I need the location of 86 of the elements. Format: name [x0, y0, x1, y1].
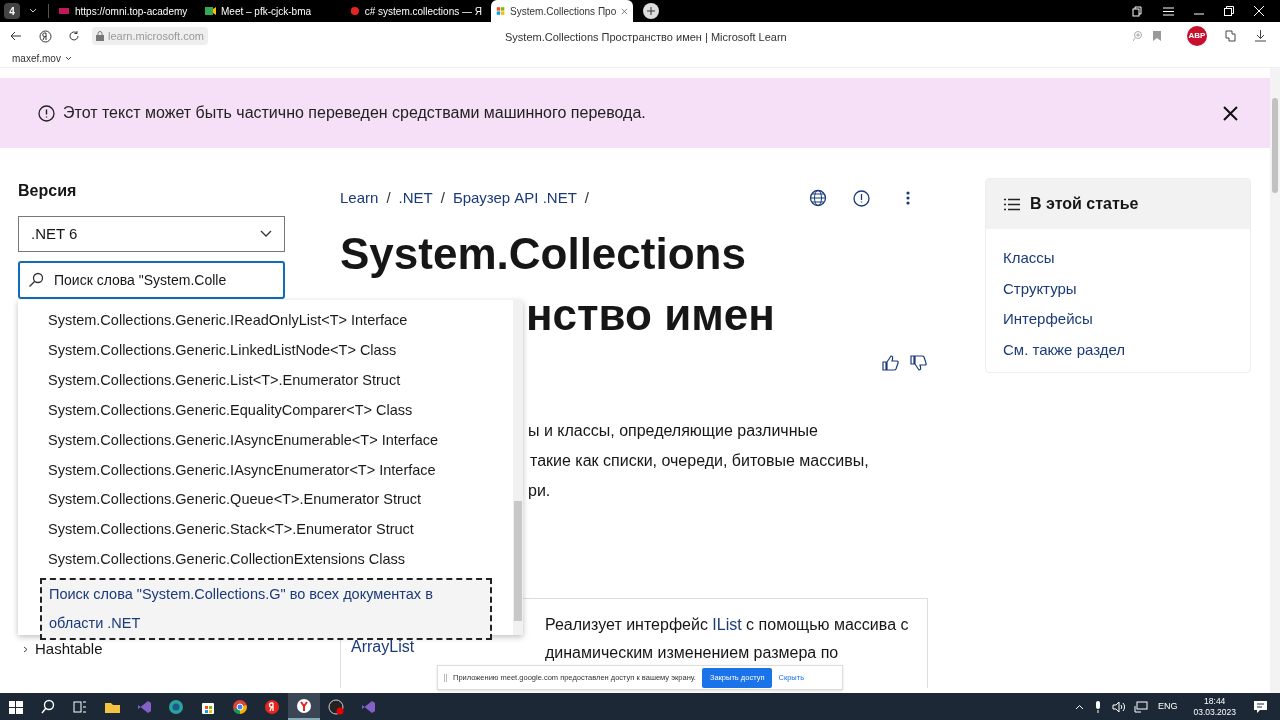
- suggestion-item[interactable]: System.Collections.Generic.List<T>.Enumerator Struct: [48, 365, 513, 396]
- version-select[interactable]: .NET 6: [18, 216, 285, 252]
- suggestion-item[interactable]: System.Collections.Generic.Queue<T>.Enumerator Struct: [48, 485, 513, 516]
- clock-date[interactable]: 03.03.2023: [1193, 706, 1236, 718]
- recorder-icon[interactable]: [327, 697, 345, 716]
- download-icon[interactable]: [1255, 30, 1266, 42]
- browser-tab[interactable]: Meet – pfk-cjck-bma: [199, 0, 341, 22]
- chevron-icon: [260, 230, 272, 238]
- close-icon[interactable]: [1223, 105, 1238, 121]
- browser-tab[interactable]: c# system.collections — Я: [345, 0, 487, 22]
- thumbs-up-icon[interactable]: [882, 354, 900, 372]
- extensions-icon[interactable]: [1225, 30, 1237, 42]
- drag-handle-icon[interactable]: [444, 673, 447, 682]
- browser-tab[interactable]: https://omni.top-academy: [53, 0, 195, 22]
- scrollbar-thumb[interactable]: [514, 501, 522, 621]
- chevron-icon[interactable]: [64, 56, 72, 61]
- suggestion-item[interactable]: System.Collections.Generic.Stack<T>.Enumerator Struct: [48, 515, 513, 546]
- suggestion-item[interactable]: System.Collections.Generic.IAsyncEnumerable<T> Interface: [48, 425, 513, 456]
- bookmark-icon[interactable]: [1153, 31, 1161, 41]
- search-field[interactable]: Поиск слова "System.Colle: [18, 261, 285, 299]
- scrollbar-thumb[interactable]: [1272, 98, 1278, 193]
- breadcrumb-link[interactable]: Браузер API .NET: [452, 186, 577, 210]
- yandex-icon[interactable]: [39, 29, 52, 43]
- interface-link[interactable]: IList: [712, 616, 742, 633]
- site-icon: [350, 5, 360, 17]
- breadcrumb-link[interactable]: .NET: [398, 186, 433, 210]
- summary-text: ы и классы, определяющие различные: [528, 421, 819, 441]
- toc-link[interactable]: См. также раздел: [1003, 334, 1250, 365]
- chrome-icon[interactable]: [231, 697, 249, 716]
- menu-icon[interactable]: [1163, 6, 1174, 16]
- list-icon: [1004, 197, 1020, 211]
- toc-title: В этой статье: [1030, 194, 1139, 214]
- lock-icon: [96, 31, 104, 41]
- search-icon: [28, 272, 44, 288]
- reload-icon[interactable]: [68, 30, 80, 42]
- browser-icon[interactable]: [295, 696, 313, 715]
- info-icon: [38, 104, 55, 122]
- clock-time[interactable]: 18:44: [1204, 695, 1226, 707]
- summary-text: такие как списки, очереди, битовые массивы,: [530, 451, 870, 471]
- banner-text: Этот текст может быть частично переведен средствами машинного перевода.: [63, 103, 646, 123]
- description-text: динамическим изменением размера по: [545, 643, 840, 663]
- chevron-up-icon[interactable]: [1074, 703, 1084, 710]
- breadcrumb-link[interactable]: Learn: [340, 186, 379, 210]
- description-text: Реализует интерфейс IList с помощью массива с: [545, 615, 909, 635]
- search-icon[interactable]: [39, 697, 57, 716]
- browser-tab[interactable]: System.Collections Про: [491, 0, 633, 22]
- bookmark-folder[interactable]: maxef.mov: [12, 51, 61, 66]
- chevron-icon[interactable]: [22, 645, 29, 653]
- more-icon[interactable]: [906, 191, 910, 205]
- tab-count-button[interactable]: 4: [4, 3, 20, 19]
- toc-link[interactable]: Структуры: [1003, 273, 1250, 304]
- suggestion-item[interactable]: System.Collections.Generic.EqualityComparer<T> Class: [48, 395, 513, 426]
- page-title: System.Collections Пространство имен | Microsoft Learn: [505, 30, 787, 45]
- site-icon: [204, 5, 216, 17]
- language-indicator[interactable]: ENG: [1157, 699, 1178, 714]
- thumbs-down-icon[interactable]: [910, 354, 928, 372]
- notifications-icon[interactable]: [1254, 700, 1267, 713]
- tree-item[interactable]: Hashtable: [35, 639, 103, 659]
- speaker-icon[interactable]: [1111, 700, 1126, 713]
- breadcrumb-separator: /: [584, 187, 589, 208]
- suggestion-item[interactable]: System.Collections.Generic.LinkedListNode<T> Class: [48, 335, 513, 366]
- restore-icon[interactable]: [1224, 6, 1234, 16]
- breadcrumb-separator: /: [440, 187, 445, 208]
- plus-icon: [647, 7, 655, 15]
- version-label: Версия: [18, 181, 78, 201]
- toc-link[interactable]: Классы: [1003, 243, 1250, 274]
- info-icon[interactable]: [853, 189, 870, 207]
- suggestion-item[interactable]: System.Collections.Generic.IReadOnlyList<T> Interface: [48, 306, 513, 336]
- suggestion-item[interactable]: System.Collections.Generic.IAsyncEnumerator<T> Interface: [48, 455, 513, 486]
- tabs-icon[interactable]: [1132, 5, 1143, 17]
- network-icon[interactable]: [1133, 700, 1148, 713]
- new-tab-button[interactable]: [643, 3, 659, 19]
- yandex-icon[interactable]: [263, 697, 281, 716]
- microphone-icon[interactable]: [1093, 700, 1102, 713]
- site-icon: [496, 5, 506, 17]
- suggestion-item[interactable]: System.Collections.Generic.CollectionExtensions Class: [48, 545, 513, 576]
- site-icon: [58, 5, 70, 17]
- summary-text: ри.: [528, 481, 552, 501]
- search-all-link[interactable]: Поиск слова "System.Collections.G" во всех документах в области .NET: [40, 578, 492, 641]
- page-heading: нство имен: [526, 289, 776, 341]
- toc-link[interactable]: Интерфейсы: [1003, 304, 1250, 335]
- page-heading: System.Collections: [340, 228, 747, 280]
- back-icon[interactable]: [10, 30, 22, 42]
- scrollbar[interactable]: [513, 300, 523, 635]
- extension-badge[interactable]: ABP: [1187, 26, 1207, 46]
- breadcrumb-separator: /: [386, 187, 391, 208]
